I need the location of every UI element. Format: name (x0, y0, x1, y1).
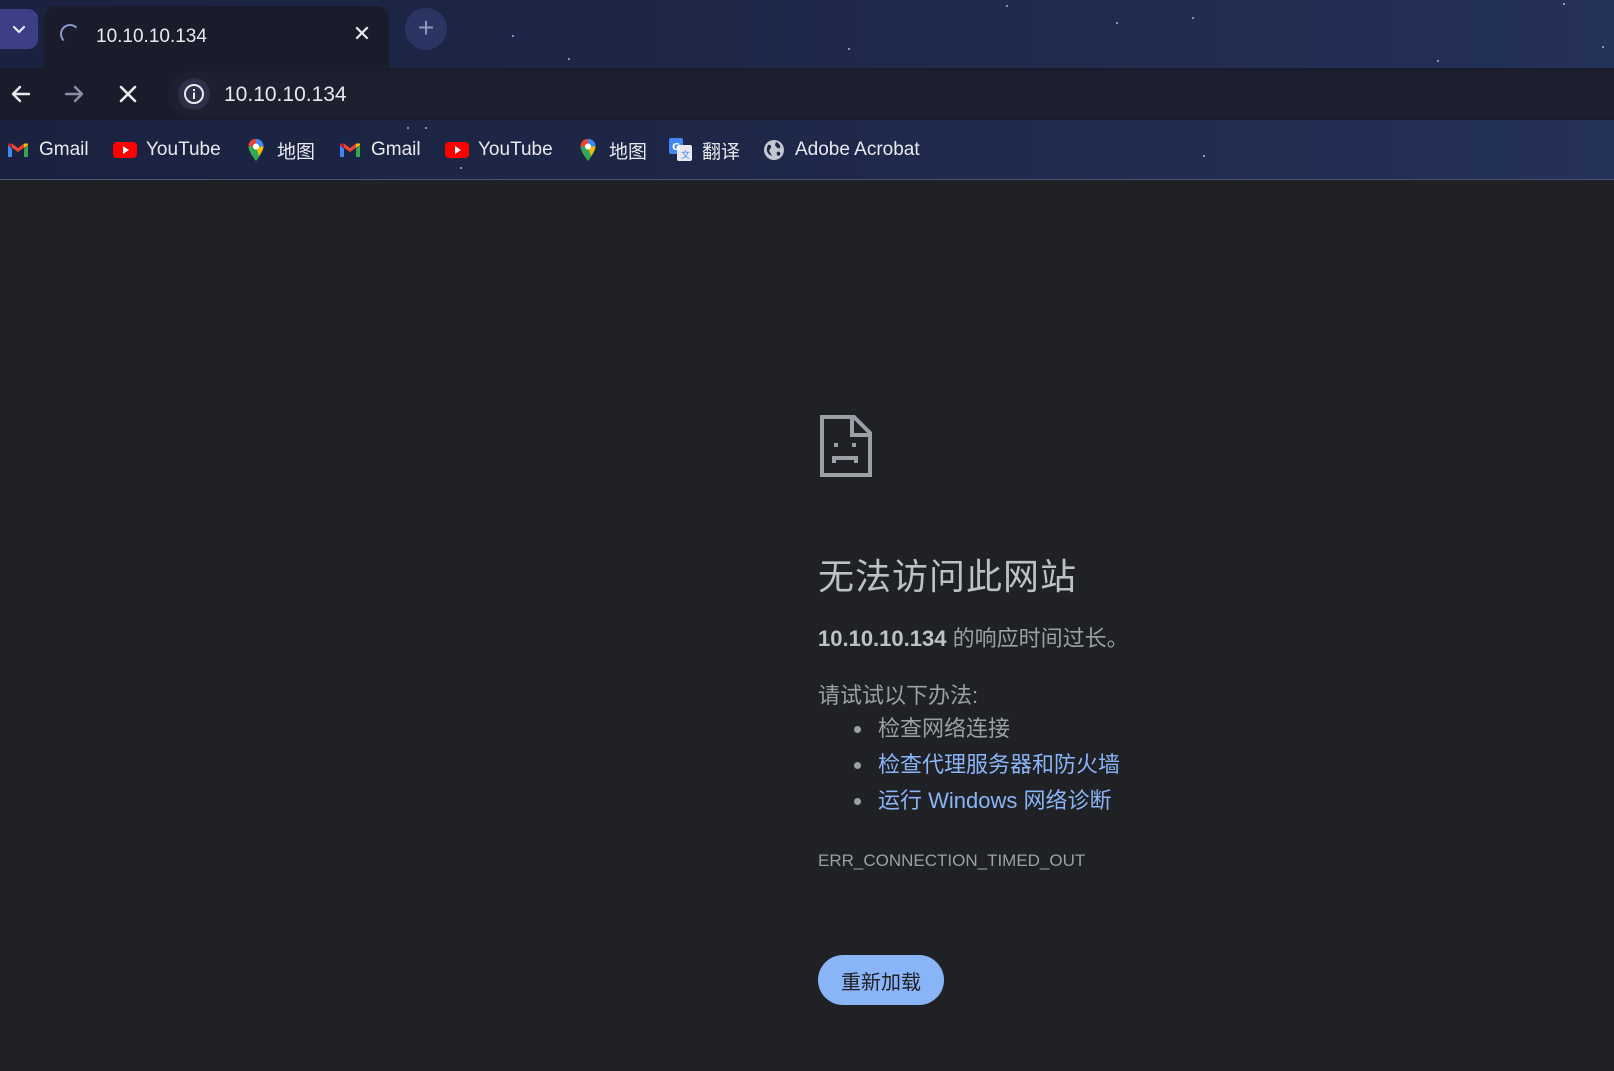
sad-page-icon (820, 415, 872, 477)
gmail-icon (338, 138, 362, 162)
bookmark-label: 翻译 (702, 141, 741, 163)
bookmark-maps[interactable]: 地图 (576, 136, 647, 164)
bookmark-label: Gmail (371, 139, 421, 160)
bookmark-label: 地图 (609, 141, 648, 163)
globe-icon (762, 138, 786, 162)
bookmark-label: 地图 (277, 141, 316, 163)
error-description-text: 的响应时间过长。 (946, 626, 1129, 651)
forward-button[interactable] (56, 76, 92, 112)
address-bar[interactable]: 10.10.10.134 (168, 71, 1614, 117)
youtube-icon (445, 138, 469, 162)
loading-spinner-icon (60, 24, 80, 44)
active-tab[interactable]: 10.10.10.134 ✕ (44, 6, 389, 68)
error-title: 无法访问此网站 (818, 556, 1078, 597)
tab-strip: 10.10.10.134 ✕ + (0, 0, 1614, 68)
browser-chrome: 10.10.10.134 ✕ + 10.10.10.134 Gmail YouT… (0, 0, 1614, 180)
svg-text:文: 文 (681, 149, 690, 161)
bookmark-label: Adobe Acrobat (795, 139, 920, 160)
maps-icon (244, 138, 268, 162)
bookmarks-bar: Gmail YouTube 地图 Gmail YouTube 地图 G 文 翻译… (0, 120, 1614, 180)
gmail-icon (6, 138, 30, 162)
tab-close-button[interactable]: ✕ (350, 22, 374, 46)
back-button[interactable] (3, 76, 39, 112)
bookmark-label: Gmail (39, 139, 89, 160)
new-tab-button[interactable]: + (405, 8, 447, 50)
suggestion-check-proxy-firewall-link[interactable]: 检查代理服务器和防火墙 (853, 747, 1120, 783)
youtube-icon (113, 138, 137, 162)
reload-button[interactable]: 重新加载 (818, 955, 944, 1005)
maps-icon (576, 138, 600, 162)
suggestion-check-connection: 检查网络连接 (853, 711, 1120, 747)
error-host: 10.10.10.134 (818, 626, 947, 651)
bookmark-label: YouTube (478, 139, 553, 160)
bookmark-youtube[interactable]: YouTube (113, 136, 221, 164)
error-code: ERR_CONNECTION_TIMED_OUT (818, 851, 1086, 870)
bookmark-maps[interactable]: 地图 (244, 136, 315, 164)
svg-text:G: G (672, 142, 680, 153)
bookmark-gmail[interactable]: Gmail (338, 136, 421, 164)
tab-search-button[interactable] (0, 9, 38, 49)
chevron-down-icon (12, 25, 26, 34)
close-icon (119, 85, 137, 103)
error-description: 10.10.10.134 的响应时间过长。 (818, 621, 1129, 653)
translate-icon: G 文 (669, 138, 693, 162)
info-icon (184, 84, 204, 104)
arrow-left-icon (11, 85, 31, 103)
tab-title: 10.10.10.134 (96, 26, 207, 47)
bookmark-gmail[interactable]: Gmail (6, 136, 89, 164)
error-page: 无法访问此网站 10.10.10.134 的响应时间过长。 请试试以下办法: 检… (0, 181, 1614, 1071)
suggestions-list: 检查网络连接 检查代理服务器和防火墙 运行 Windows 网络诊断 (818, 711, 1120, 819)
bookmark-adobe-acrobat[interactable]: Adobe Acrobat (762, 136, 920, 164)
bookmark-youtube[interactable]: YouTube (445, 136, 553, 164)
bookmark-label: YouTube (146, 139, 221, 160)
stop-loading-button[interactable] (110, 76, 146, 112)
bookmark-translate[interactable]: G 文 翻译 (669, 136, 740, 164)
suggestions-heading: 请试试以下办法: (818, 683, 979, 708)
arrow-right-icon (64, 85, 84, 103)
url-text[interactable]: 10.10.10.134 (224, 83, 347, 107)
suggestion-run-network-diagnostics-link[interactable]: 运行 Windows 网络诊断 (853, 783, 1120, 819)
toolbar: 10.10.10.134 (0, 68, 1614, 120)
site-info-button[interactable] (178, 78, 210, 110)
